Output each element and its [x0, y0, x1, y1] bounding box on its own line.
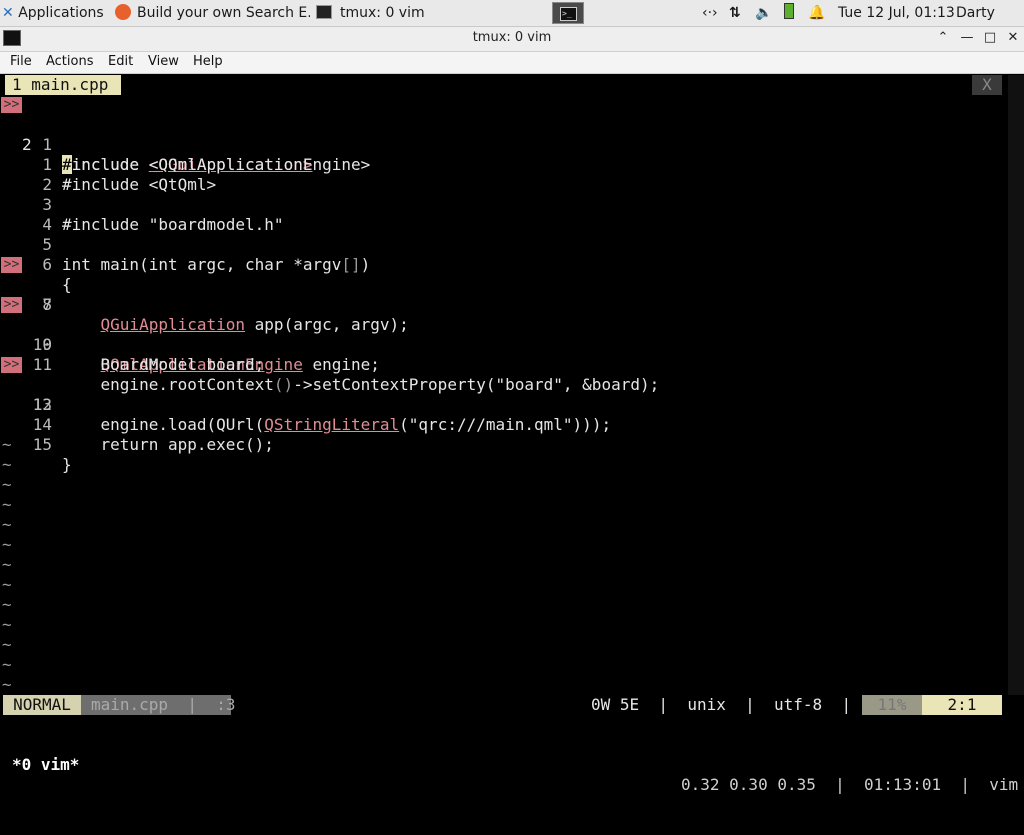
shade-button[interactable]: ⌃ — [934, 29, 952, 47]
empty-line-marker: ~ — [0, 535, 1008, 555]
tilde: ~ — [2, 595, 12, 614]
notification-bell-icon[interactable]: 🔔 — [808, 0, 825, 26]
network-updown-icon[interactable]: ⇅ — [729, 0, 741, 26]
tilde: ~ — [2, 575, 12, 594]
window-title: tmux: 0 vim — [472, 30, 552, 45]
tilde: ~ — [2, 655, 12, 674]
error-sign: >> — [1, 357, 22, 373]
empty-line-marker: ~ — [0, 635, 1008, 655]
terminal-icon — [316, 5, 332, 19]
network-arrows-icon[interactable]: ‹·› — [702, 0, 718, 26]
code-line: 5 int main(int argc, char *argv[]) — [0, 215, 1008, 274]
workspace-terminal-button[interactable]: >_ — [552, 2, 584, 24]
xfce-logo-icon: ✕ — [2, 5, 14, 21]
window-titlebar[interactable]: tmux: 0 vim ⌃ — □ ✕ — [0, 27, 1024, 52]
code-line: 3 #include "boardmodel.h" — [0, 175, 1008, 234]
empty-line-marker: ~ — [0, 675, 1008, 695]
menu-help[interactable]: Help — [193, 52, 223, 72]
maximize-button[interactable]: □ — [981, 29, 999, 47]
code-line-current: 2 #include <QQmlApplicationEngine> — [0, 115, 1008, 174]
menu-actions[interactable]: Actions — [46, 52, 94, 72]
close-button[interactable]: ✕ — [1004, 29, 1022, 47]
code-line: >> 7 QGuiApplication app(argc, argv); — [0, 255, 1008, 334]
empty-line-marker: ~ — [0, 435, 1008, 455]
code-line: 8 — [0, 275, 1008, 314]
tilde: ~ — [2, 555, 12, 574]
empty-line-marker: ~ — [0, 555, 1008, 575]
code-line: >> 12 engine.load(QUrl(QStringLiteral("q… — [0, 355, 1008, 434]
tilde: ~ — [2, 455, 12, 474]
tmux-statusbar: *0 vim* 0.32 0.30 0.35 | 01:13:01 | vim — [0, 735, 1024, 794]
vim-tab-main-cpp[interactable]: 1 main.cpp — [5, 75, 121, 95]
tilde: ~ — [2, 675, 12, 694]
terminal[interactable]: 1 main.cpp X >> 1 #include <QGuiApplicat… — [0, 75, 1024, 794]
code-line: 15 } — [0, 415, 1008, 474]
top-panel: ✕ Applications Build your own Search E..… — [0, 0, 1024, 47]
code-line: >> 1 #include <QGuiApplication> — [0, 95, 1008, 174]
code-line: 13 — [0, 375, 1008, 414]
taskbar-item-firefox[interactable]: Build your own Search E... — [112, 0, 310, 26]
empty-line-marker: ~ — [0, 495, 1008, 515]
tilde: ~ — [2, 475, 12, 494]
error-sign: >> — [1, 257, 22, 273]
clock[interactable]: Tue 12 Jul, 01:13 — [838, 0, 955, 26]
vim-cursor-position: 2:1 — [922, 695, 1002, 715]
user-menu[interactable]: Darty uwu — [956, 0, 1024, 47]
empty-line-marker: ~ — [0, 615, 1008, 635]
vim-tabline: 1 main.cpp X — [0, 75, 1024, 95]
tilde: ~ — [2, 635, 12, 654]
empty-line-marker: ~ — [0, 575, 1008, 595]
empty-line-marker: ~ — [0, 455, 1008, 475]
tilde: ~ — [2, 515, 12, 534]
code-line: 14 return app.exec(); — [0, 395, 1008, 454]
vim-tab-close-button[interactable]: X — [972, 75, 1002, 95]
taskbar-item-terminal[interactable]: tmux: 0 vim — [312, 0, 508, 26]
code-line: 1 #include <QtQml> — [0, 135, 1008, 194]
scrollbar[interactable] — [1008, 75, 1024, 695]
applications-label: Applications — [18, 5, 104, 21]
menu-file[interactable]: File — [10, 52, 32, 72]
error-sign: >> — [1, 297, 22, 313]
tilde: ~ — [2, 435, 12, 454]
empty-line-marker: ~ — [0, 515, 1008, 535]
menu-view[interactable]: View — [148, 52, 179, 72]
tilde: ~ — [2, 495, 12, 514]
menubar: File Actions Edit View Help — [0, 52, 1024, 74]
empty-line-marker: ~ — [0, 655, 1008, 675]
taskbar-item-label: Build your own Search E... — [137, 5, 310, 21]
code-line: 6 { — [0, 235, 1008, 294]
empty-line-marker: ~ — [0, 475, 1008, 495]
vim-file-status: 0W 5E | unix | utf-8 | cpp — [591, 695, 900, 714]
taskbar-item-label: tmux: 0 vim — [340, 5, 425, 21]
vim-statusline: NORMAL main.cpp | :3 0W 5E | unix | utf-… — [0, 695, 1008, 715]
code-line: 4 — [0, 195, 1008, 234]
firefox-icon — [115, 4, 131, 20]
empty-line-marker: ~ — [0, 595, 1008, 615]
tilde: ~ — [2, 615, 12, 634]
minimize-button[interactable]: — — [958, 29, 976, 47]
vim-mode-indicator: NORMAL — [3, 695, 81, 715]
terminal-icon: >_ — [560, 7, 577, 21]
menu-edit[interactable]: Edit — [108, 52, 133, 72]
applications-menu[interactable]: ✕ Applications — [2, 0, 110, 26]
vim-scroll-percent: 11% — [862, 695, 922, 715]
code-line: 11 engine.rootContext()->setContextPrope… — [0, 335, 1008, 394]
code-line: 2 — [0, 155, 1008, 194]
code-line: >> 9 QQmlApplicationEngine engine; — [0, 295, 1008, 374]
error-sign: >> — [1, 97, 22, 113]
vim-file-info: main.cpp | :3 — [81, 695, 236, 715]
tilde: ~ — [2, 535, 12, 554]
battery-icon[interactable] — [784, 0, 794, 26]
volume-icon[interactable]: 🔈 — [755, 0, 772, 26]
tmux-status-right: 0.32 0.30 0.35 | 01:13:01 | vim — [681, 775, 1019, 794]
tmux-window-tab[interactable]: *0 vim* — [12, 755, 79, 775]
code-line: 10 BoardModel board; — [0, 315, 1008, 374]
